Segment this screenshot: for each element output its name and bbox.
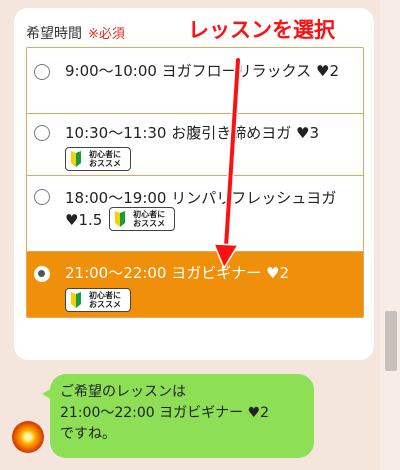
beginner-leaf-icon [115, 211, 126, 227]
radio-button-4[interactable] [34, 266, 50, 282]
beginner-badge: 初心者に おススメ [109, 207, 176, 231]
lesson-option-1-text: 9:00〜10:00 ヨガフローリラックス ♥2 [65, 62, 339, 80]
beginner-leaf-icon [71, 292, 81, 308]
lesson-option-3[interactable]: 18:00〜19:00 リンパリフレッシュヨガ ♥1.5 初心者に おススメ [27, 176, 363, 252]
sun-avatar-icon [12, 421, 44, 453]
radio-button-1[interactable] [34, 64, 50, 80]
lesson-option-3-text: 18:00〜19:00 リンパリフレッシュヨガ ♥1.5 [65, 189, 337, 229]
badge-line1: 初心者に [133, 210, 166, 219]
badge-line2: おススメ [89, 159, 121, 168]
lesson-option-2[interactable]: 10:30〜11:30 お腹引き締めヨガ ♥3 初心者に おススメ [27, 114, 363, 176]
lesson-option-2-text: 10:30〜11:30 お腹引き締めヨガ ♥3 [65, 124, 319, 142]
radio-button-3[interactable] [34, 189, 50, 205]
lesson-option-1[interactable]: 9:00〜10:00 ヨガフローリラックス ♥2 [27, 48, 363, 114]
radio-button-2[interactable] [34, 125, 50, 141]
chat-line-1: ご希望のレッスンは [60, 384, 186, 400]
beginner-leaf-icon [71, 151, 81, 167]
field-label: 希望時間 ※必須 [26, 23, 125, 43]
beginner-badge: 初心者に おススメ [65, 288, 131, 312]
field-label-text: 希望時間 [26, 26, 82, 42]
annotation-text: レッスンを選択 [188, 18, 335, 42]
beginner-badge: 初心者に おススメ [65, 147, 131, 171]
badge-line1: 初心者に [89, 150, 121, 159]
badge-line1: 初心者に [89, 291, 121, 300]
chat-line-2: 21:00〜22:00 ヨガビギナー ♥2 [60, 405, 270, 421]
chat-line-3: ですね。 [60, 426, 116, 442]
lesson-options: 9:00〜10:00 ヨガフローリラックス ♥2 10:30〜11:30 お腹引… [26, 47, 364, 318]
required-mark: ※必須 [88, 27, 125, 42]
screen: 希望時間 ※必須 9:00〜10:00 ヨガフローリラックス ♥2 10:30〜1… [0, 0, 400, 470]
lesson-option-4[interactable]: 21:00〜22:00 ヨガビギナー ♥2 初心者に おススメ [27, 252, 363, 317]
chat-bubble: ご希望のレッスンは 21:00〜22:00 ヨガビギナー ♥2 ですね。 [42, 374, 314, 458]
lesson-option-4-text: 21:00〜22:00 ヨガビギナー ♥2 [65, 264, 289, 282]
scrollbar-thumb[interactable] [385, 311, 397, 371]
badge-line2: おススメ [89, 300, 121, 309]
badge-line2: おススメ [133, 219, 166, 228]
scrollbar-track[interactable] [380, 0, 400, 470]
